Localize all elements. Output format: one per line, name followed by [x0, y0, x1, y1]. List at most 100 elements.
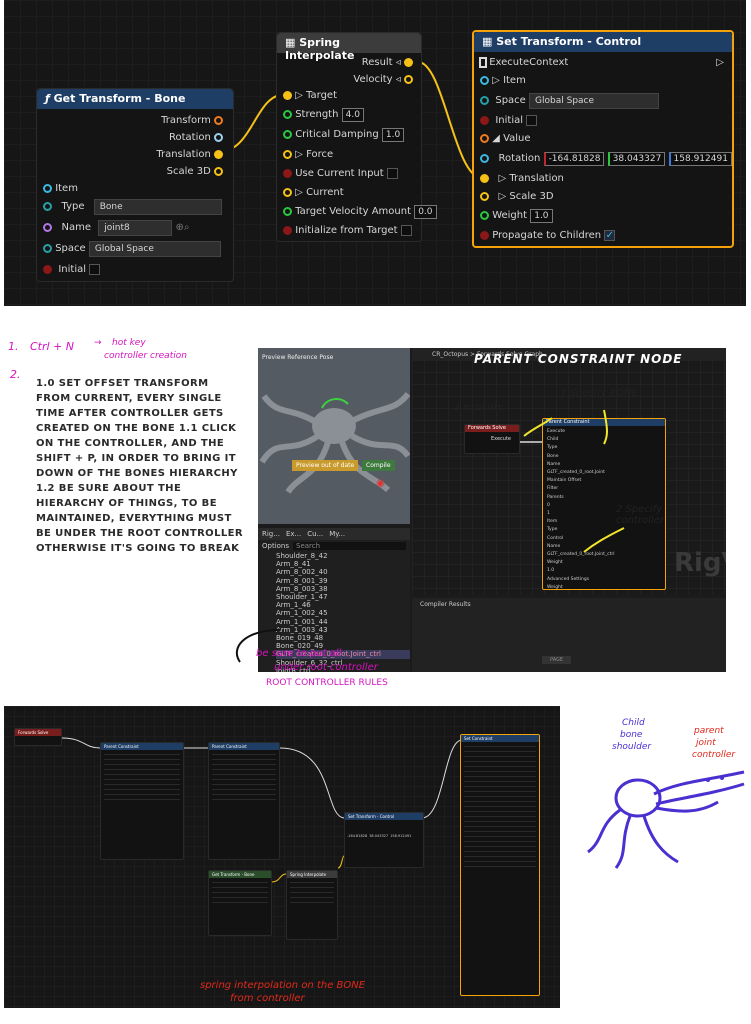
ov-get-transform-node[interactable]: Get Transform - Bone: [208, 870, 272, 936]
pc-row[interactable]: Type: [547, 444, 661, 452]
output-scale[interactable]: Scale 3D: [167, 164, 223, 180]
damping-pin-icon[interactable]: [283, 129, 292, 139]
target-velocity-pin-icon[interactable]: [283, 206, 292, 216]
overview-graph-panel[interactable]: Forwards Solve Parent Constraint Parent …: [4, 706, 560, 1008]
execute-context-row[interactable]: ExecuteContext: [479, 55, 568, 71]
preview-out-of-date-button[interactable]: Preview out of date: [292, 460, 359, 471]
ov-parent-constraint-3[interactable]: Set Constraint: [460, 734, 540, 996]
spring-result[interactable]: Result ◃: [362, 55, 413, 71]
spring-interpolate-node[interactable]: ▦ Spring Interpolate Result ◃ Velocity ◃…: [276, 32, 437, 242]
pc-row[interactable]: Bone: [547, 453, 661, 461]
name-dropdown[interactable]: joint8: [98, 220, 173, 236]
st-item-pin-icon[interactable]: [480, 75, 489, 85]
hierarchy-item[interactable]: Arm_1_002_45: [276, 609, 410, 617]
name-pin-icon[interactable]: [43, 222, 52, 232]
space-row[interactable]: Space Global Space: [43, 241, 221, 257]
hierarchy-item[interactable]: Arm_1_003_43: [276, 626, 410, 634]
record-icon[interactable]: ◉: [376, 478, 385, 489]
hierarchy-search-input[interactable]: Search: [293, 542, 406, 550]
hierarchy-item[interactable]: Shoulder_1_47: [276, 593, 410, 601]
spring-target-velocity[interactable]: Target Velocity Amount 0.0: [283, 204, 437, 220]
pc-row[interactable]: Weight: [547, 584, 661, 592]
tab-cu[interactable]: Cu...: [307, 530, 323, 538]
st-translation-row[interactable]: ▷ Translation: [480, 171, 564, 187]
spring-force[interactable]: ▷ Force: [283, 147, 333, 163]
viewport[interactable]: Preview Reference Pose Preview out of da…: [258, 348, 410, 524]
st-value-pin-icon[interactable]: [480, 133, 489, 143]
forwards-solve-node[interactable]: Forwards Solve Execute: [464, 424, 520, 454]
hierarchy-item[interactable]: Arm_1_46: [276, 601, 410, 609]
st-scale-pin-icon[interactable]: [480, 191, 489, 201]
type-row[interactable]: Type Bone: [43, 199, 222, 215]
hierarchy-item[interactable]: Arm_8_002_40: [276, 568, 410, 576]
st-propagate-pin-icon[interactable]: [480, 230, 489, 240]
pc-row[interactable]: Parents: [547, 494, 661, 502]
compile-button[interactable]: Compile: [362, 460, 395, 471]
use-current-pin-icon[interactable]: [283, 168, 292, 178]
exec-in-icon[interactable]: [479, 56, 487, 68]
st-rotation-pin-icon[interactable]: [480, 153, 489, 163]
pc-row[interactable]: Type: [547, 526, 661, 534]
type-pin-icon[interactable]: [43, 201, 52, 211]
velocity-pin-icon[interactable]: [404, 74, 413, 84]
ov-rot-y[interactable]: 38.043327: [369, 834, 388, 838]
propagate-checkbox[interactable]: ✓: [604, 229, 616, 241]
ov-forwards-solve-node[interactable]: Forwards Solve: [14, 728, 62, 746]
hierarchy-item[interactable]: Arm_1_001_44: [276, 618, 410, 626]
pc-row[interactable]: 1.0: [547, 567, 661, 575]
st-propagate-row[interactable]: Propagate to Children ✓: [480, 228, 616, 244]
pc-row[interactable]: Maintain Offset: [547, 477, 661, 485]
scale-pin-icon[interactable]: [214, 166, 223, 176]
ov-parent-constraint-1[interactable]: Parent Constraint: [100, 742, 184, 860]
rotation-pin-icon[interactable]: [214, 132, 223, 142]
tab-my[interactable]: My...: [329, 530, 345, 538]
output-translation[interactable]: Translation: [156, 147, 223, 163]
st-item-row[interactable]: ▷ Item: [480, 73, 526, 89]
init-target-checkbox[interactable]: [400, 224, 412, 236]
st-space-pin-icon[interactable]: [480, 95, 489, 105]
rotation-z-input[interactable]: 158.912491: [668, 152, 732, 166]
exec-out-icon[interactable]: ▷: [716, 57, 724, 68]
pc-row[interactable]: GLTF_created_0_root.Joint_ctrl: [547, 551, 661, 559]
ov-parent-constraint-2[interactable]: Parent Constraint: [208, 742, 280, 860]
pc-row[interactable]: Child: [547, 436, 661, 444]
initial-checkbox[interactable]: [89, 263, 101, 275]
target-velocity-input[interactable]: 0.0: [414, 205, 437, 219]
page-button[interactable]: PAGE: [542, 656, 572, 664]
initial-row[interactable]: Initial: [43, 262, 101, 278]
pc-row[interactable]: GLTF_created_0_root.Joint: [547, 469, 661, 477]
hierarchy-item[interactable]: Arm_8_001_39: [276, 577, 410, 585]
pc-row[interactable]: Weight: [547, 559, 661, 567]
spring-target[interactable]: ▷ Target: [283, 88, 337, 104]
hierarchy-item[interactable]: Shoulder_8_42: [276, 552, 410, 560]
force-pin-icon[interactable]: [283, 149, 292, 159]
get-transform-node[interactable]: ƒ Get Transform - Bone Transform Rotatio…: [36, 88, 234, 282]
pc-row[interactable]: Filter: [547, 485, 661, 493]
spring-use-current[interactable]: Use Current Input: [283, 166, 398, 182]
st-translation-pin-icon[interactable]: [480, 173, 489, 183]
pc-row[interactable]: Execute: [547, 428, 661, 436]
ov-set-transform-node[interactable]: Set Transform - Control -164.81828 38.04…: [344, 812, 424, 868]
spring-init-from-target[interactable]: Initialize from Target: [283, 223, 412, 239]
init-target-pin-icon[interactable]: [283, 225, 292, 235]
use-current-checkbox[interactable]: [386, 167, 398, 179]
spring-current[interactable]: ▷ Current: [283, 185, 344, 201]
st-rotation-row[interactable]: Rotation -164.81828 38.043327 158.912491: [480, 151, 732, 167]
st-initial-checkbox[interactable]: [526, 114, 538, 126]
ov-rot-z[interactable]: 158.912491: [390, 834, 411, 838]
compiler-results-tab[interactable]: Compiler Results: [412, 598, 726, 611]
st-weight-row[interactable]: Weight 1.0: [480, 208, 553, 224]
rotation-x-input[interactable]: -164.81828: [543, 152, 605, 166]
spring-damping[interactable]: Critical Damping 1.0: [283, 127, 405, 143]
damping-input[interactable]: 1.0: [381, 128, 405, 142]
transform-pin-icon[interactable]: [214, 115, 223, 125]
options-button[interactable]: Options: [262, 542, 289, 550]
translation-pin-icon[interactable]: [214, 149, 223, 159]
st-initial-row[interactable]: Initial: [480, 113, 538, 129]
st-value-row[interactable]: ◢ Value: [480, 131, 531, 147]
forwards-solve-graph[interactable]: CR_Octopus > Forwards Solve Graph Forwar…: [412, 348, 726, 594]
pc-row[interactable]: Name: [547, 461, 661, 469]
initial-pin-icon[interactable]: [43, 264, 52, 274]
st-space-dropdown[interactable]: Global Space: [529, 93, 660, 109]
space-pin-icon[interactable]: [43, 243, 52, 253]
